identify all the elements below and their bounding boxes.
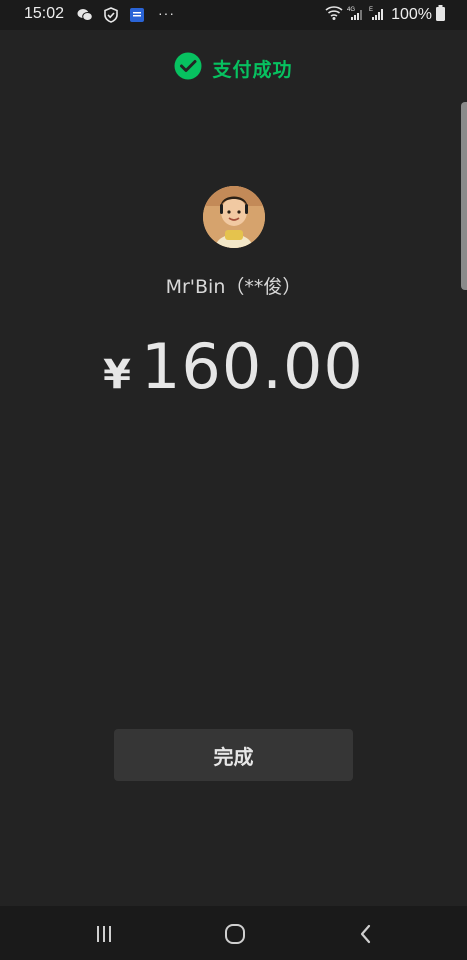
signal-e-icon: E [369,5,385,25]
signal-4g-icon: 4G [347,5,365,25]
done-button[interactable]: 完成 [114,729,353,781]
recents-icon[interactable] [90,920,118,948]
currency-symbol: ¥ [103,352,131,398]
battery-icon [436,5,445,25]
system-status: 4G E 100% [325,5,445,25]
svg-text:E: E [369,7,373,13]
wifi-icon [325,5,343,25]
battery-percent: 100% [391,6,432,23]
payment-header: 支付成功 [0,52,467,84]
back-icon[interactable] [352,920,380,948]
page-title: 支付成功 [212,58,293,81]
notification-icons: ··· [76,5,175,24]
navigation-bar [0,906,467,960]
status-time: 15:02 [24,5,65,22]
wechat-icon [174,52,202,84]
payment-success-screen: 15:02 ··· 4G E 100% 支付成功 Mr'Bin（**俊） ¥ 1… [0,0,467,960]
wechat-notification-icon [76,6,94,24]
svg-text:4G: 4G [347,7,355,13]
avatar [203,186,265,248]
amount-value: 160.00 [140,330,364,403]
home-icon[interactable] [221,920,249,948]
status-bar: 15:02 ··· 4G E 100% [0,0,467,30]
edge-panel-handle[interactable] [461,102,467,290]
payment-amount: ¥ 160.00 [0,330,467,403]
payee-name: Mr'Bin（**俊） [165,276,302,298]
more-notifications-icon: ··· [158,5,175,21]
security-notification-icon [102,6,120,24]
app-notification-icon [128,6,146,24]
